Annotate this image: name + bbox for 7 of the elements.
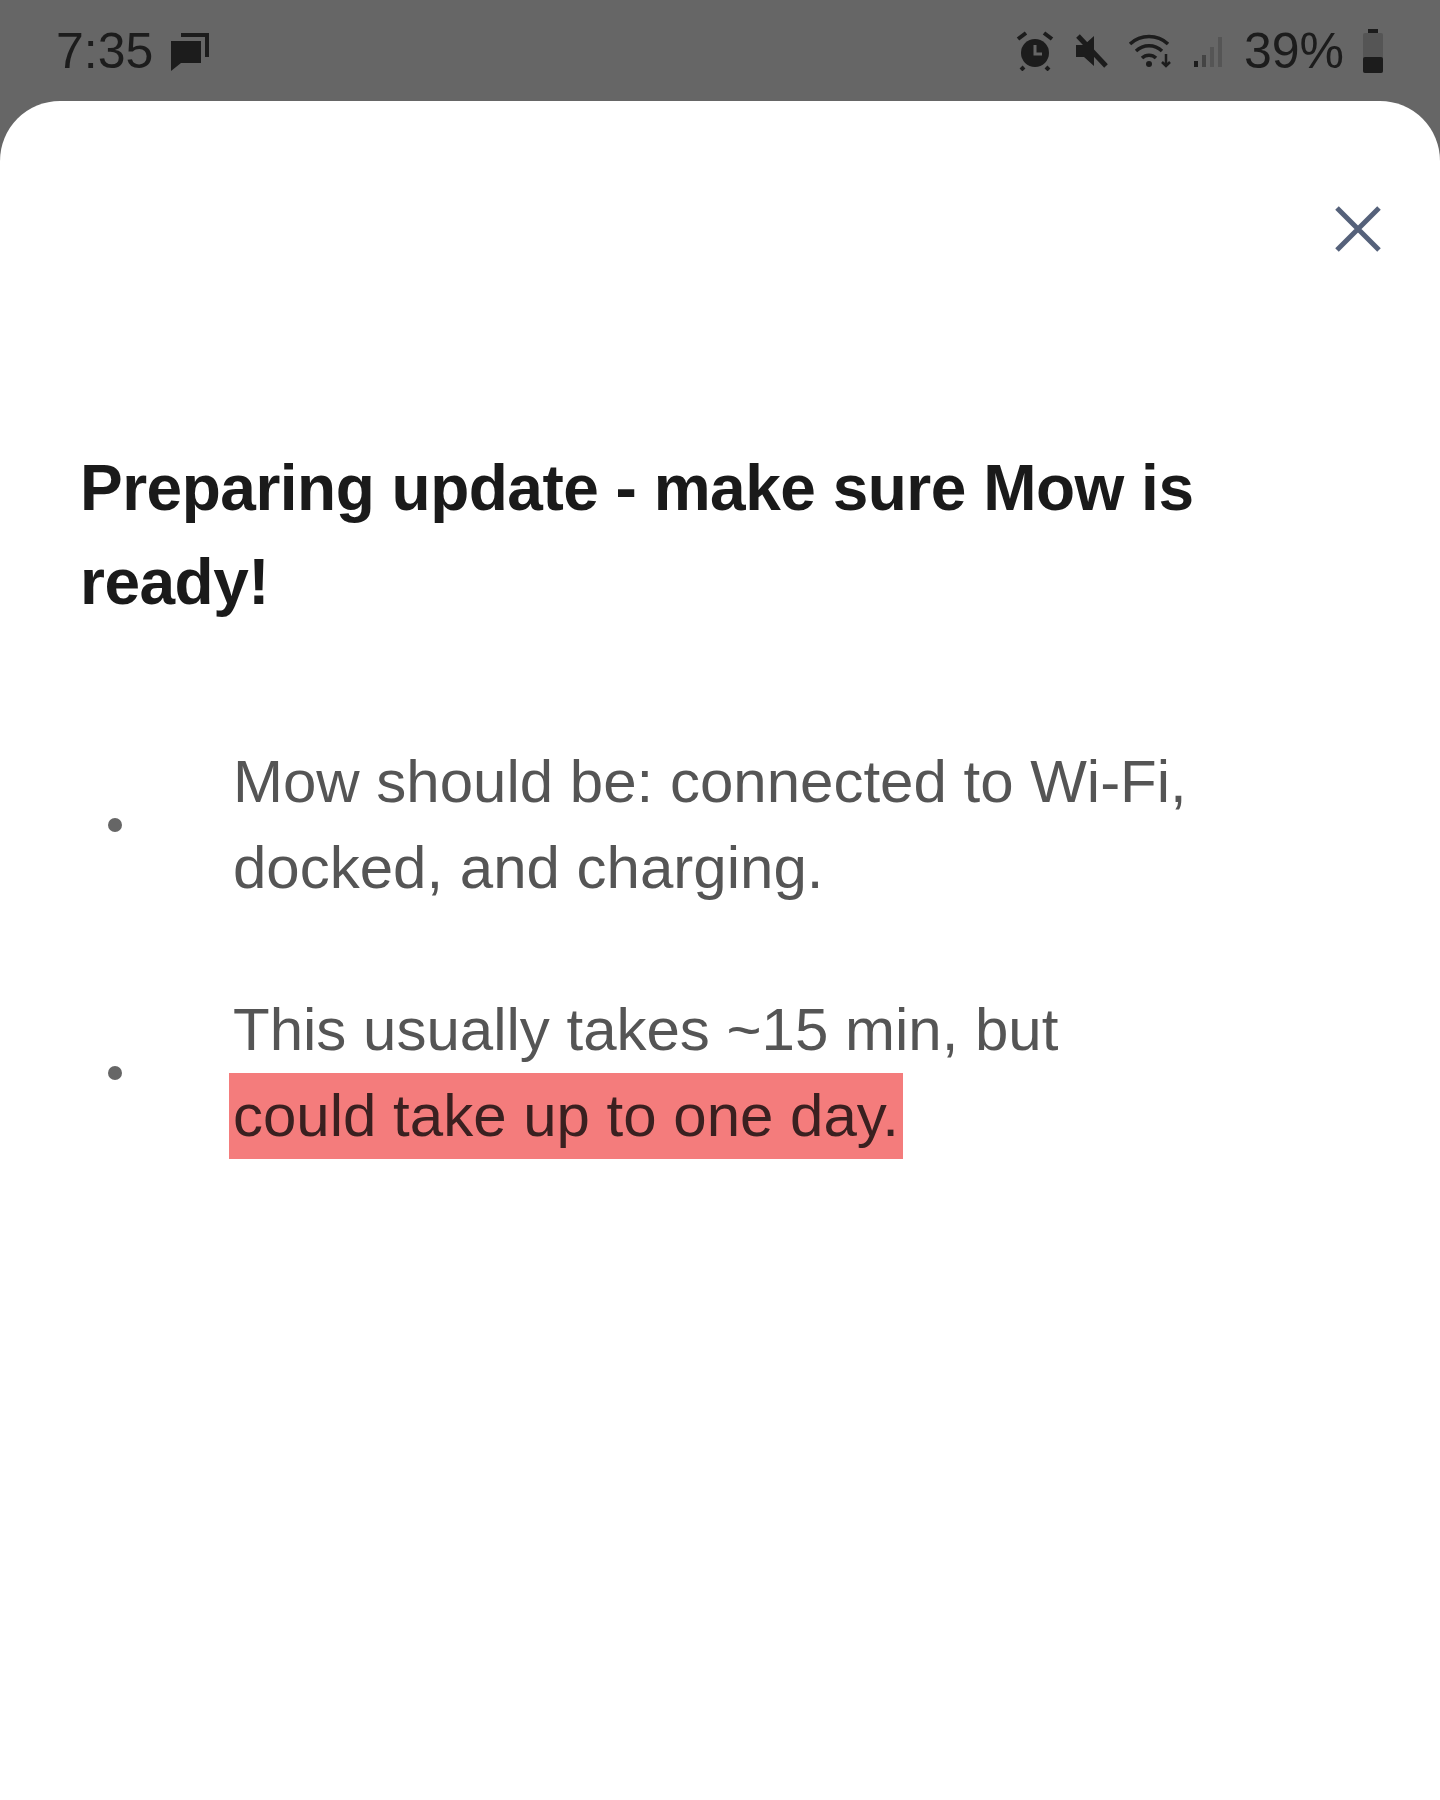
close-icon	[1333, 204, 1383, 254]
sheet-title: Preparing update - make sure Mow is ready!	[80, 451, 1195, 620]
battery-percent: 39%	[1243, 25, 1344, 76]
bullet-text: Mow should be: connected to Wi-Fi, docked, and charging.	[233, 747, 1188, 903]
alarm-icon	[1015, 30, 1054, 71]
clock-time: 7:35	[56, 25, 154, 76]
battery-icon	[1362, 28, 1384, 73]
